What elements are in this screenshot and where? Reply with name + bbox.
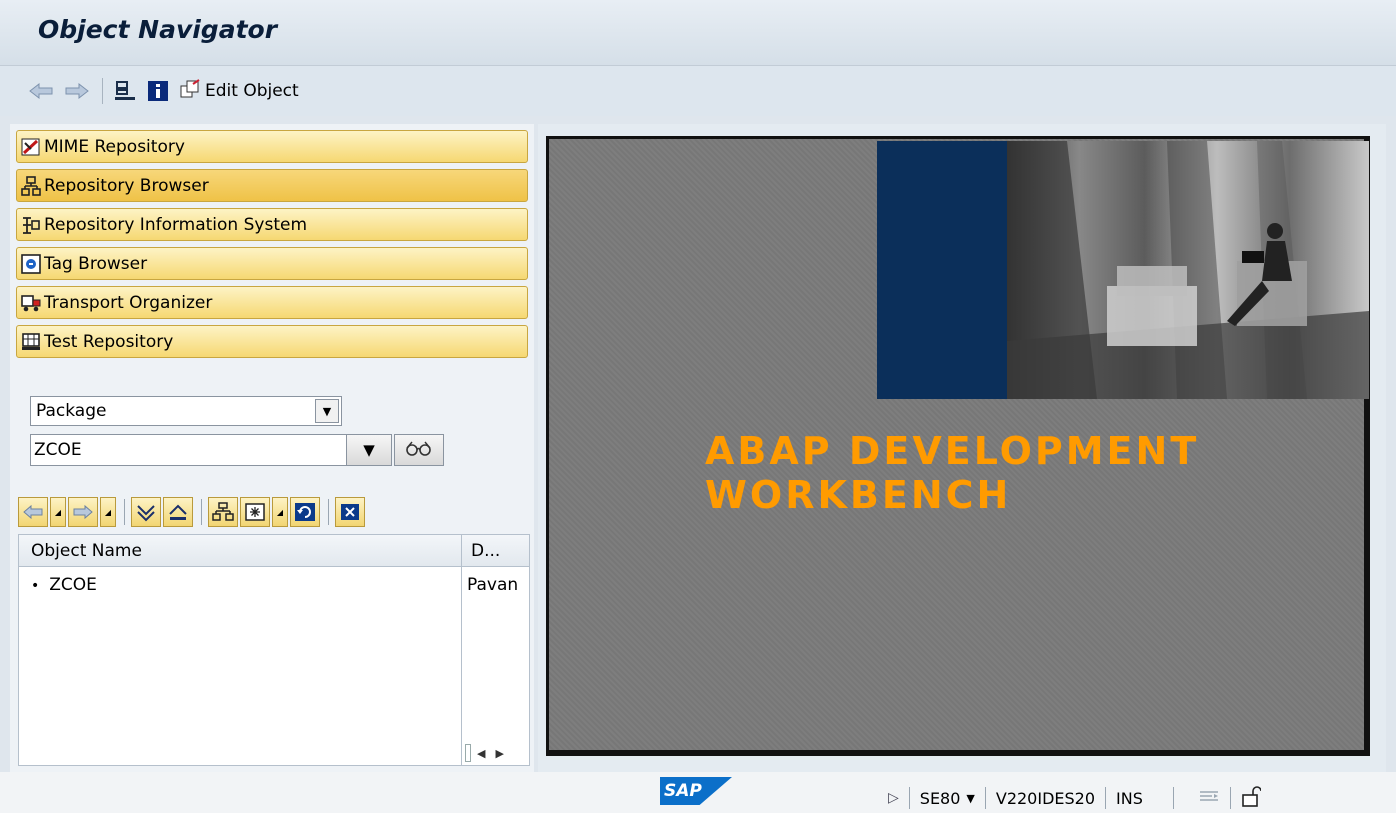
tag-browser-button[interactable]: Tag Browser [16,247,528,280]
display-object-list-icon[interactable] [113,77,137,105]
display-settings-button[interactable] [240,497,270,527]
splash-blue-bar [877,141,1007,399]
splash-title: ABAP DEVELOPMENT WORKBENCH [705,429,1199,517]
tree-node-name: ZCOE [49,575,97,595]
status-info: ▷ SE80 ▼ V220IDES20 INS [888,785,1262,811]
splash-screen: ABAP DEVELOPMENT WORKBENCH [546,136,1370,756]
mime-repository-button[interactable]: MIME Repository [16,130,528,163]
small-dropdown-icon: ◢ [54,507,62,517]
tree-toolbar: ◢ ◢ ◢ [18,496,367,528]
tree-node-description: Pavan [467,575,519,595]
back-arrow-icon[interactable] [28,77,54,105]
edit-object-button[interactable]: Edit Object [179,77,299,105]
edit-object-label: Edit Object [205,81,299,101]
scroll-left-icon[interactable]: ◀ [477,747,485,760]
forward-arrow-icon[interactable] [64,77,90,105]
expand-all-button[interactable] [131,497,161,527]
display-settings-menu-button[interactable]: ◢ [272,497,288,527]
scroll-right-icon[interactable]: ▶ [495,747,503,760]
dropdown-arrow-icon: ▼ [363,441,375,459]
tree-node-zcoe[interactable]: • ZCOE [31,575,97,595]
test-repository-button[interactable]: Test Repository [16,325,528,358]
status-separator [1229,787,1231,809]
dropdown-arrow-icon[interactable]: ▼ [315,399,339,423]
toolbar-separator [201,499,202,525]
object-type-value: Package [36,401,107,421]
previous-object-menu-button[interactable]: ◢ [50,497,66,527]
collapse-all-button[interactable] [163,497,193,527]
close-browser-button[interactable] [335,497,365,527]
object-name-input[interactable]: ZCOE [30,434,348,466]
info-icon[interactable] [147,77,169,105]
edit-object-icon [179,78,201,105]
splash-title-line1: ABAP DEVELOPMENT [705,429,1200,473]
glasses-icon [404,438,434,463]
column-description[interactable]: D... [471,541,500,561]
object-name-value: ZCOE [34,440,82,460]
tree-node-bullet-icon: • [31,578,40,594]
toolbar-separator [328,499,329,525]
scroll-thumb[interactable] [465,744,471,762]
next-object-menu-button[interactable]: ◢ [100,497,116,527]
status-separator [908,787,910,809]
layout-toggle-icon[interactable] [1198,788,1220,808]
status-separator [1105,787,1107,809]
truck-icon [21,293,41,313]
display-button[interactable] [394,434,444,466]
system-name: V220IDES20 [995,788,1096,808]
tree-header: Object Name D... [19,535,529,567]
toolbar-separator [102,78,103,104]
mime-icon [21,137,41,157]
refresh-button[interactable] [290,497,320,527]
transaction-dropdown-icon[interactable]: ▼ [966,792,974,805]
transaction-code[interactable]: SE80 [920,789,961,808]
toolbar-separator [124,499,125,525]
status-expand-icon[interactable]: ▷ [888,790,899,806]
input-mode[interactable]: INS [1116,789,1143,808]
status-separator [1172,787,1174,809]
splash-photo [1007,141,1369,399]
title-bar: Object Navigator [0,0,1396,66]
transport-organizer-button[interactable]: Transport Organizer [16,286,528,319]
repository-information-system-button[interactable]: Repository Information System [16,208,528,241]
repository-browser-button[interactable]: Repository Browser [16,169,528,202]
object-type-select[interactable]: Package ▼ [30,396,342,426]
previous-object-button[interactable] [18,497,48,527]
splash-title-line2: WORKBENCH [705,473,1012,517]
lock-icon[interactable] [1241,785,1262,811]
test-icon [21,332,41,352]
small-dropdown-icon: ◢ [276,507,284,517]
small-dropdown-icon: ◢ [104,507,112,517]
object-tree: Object Name D... • ZCOE Pavan ◀ ▶ [18,534,530,766]
window-title: Object Navigator [38,15,278,44]
column-divider[interactable] [461,535,462,765]
sort-hierarchy-button[interactable] [208,497,238,527]
hierarchy-icon [21,175,41,196]
next-object-button[interactable] [68,497,98,527]
tag-icon [21,253,41,274]
application-toolbar: Edit Object [0,66,1396,116]
horizontal-scrollbar[interactable]: ◀ ▶ [465,743,525,763]
status-separator [984,787,986,809]
object-history-button[interactable]: ▼ [346,434,392,466]
column-object-name[interactable]: Object Name [31,541,142,561]
navigation-panel: MIME Repository Repository Browser Repos… [10,124,534,772]
info-system-icon [21,215,41,235]
